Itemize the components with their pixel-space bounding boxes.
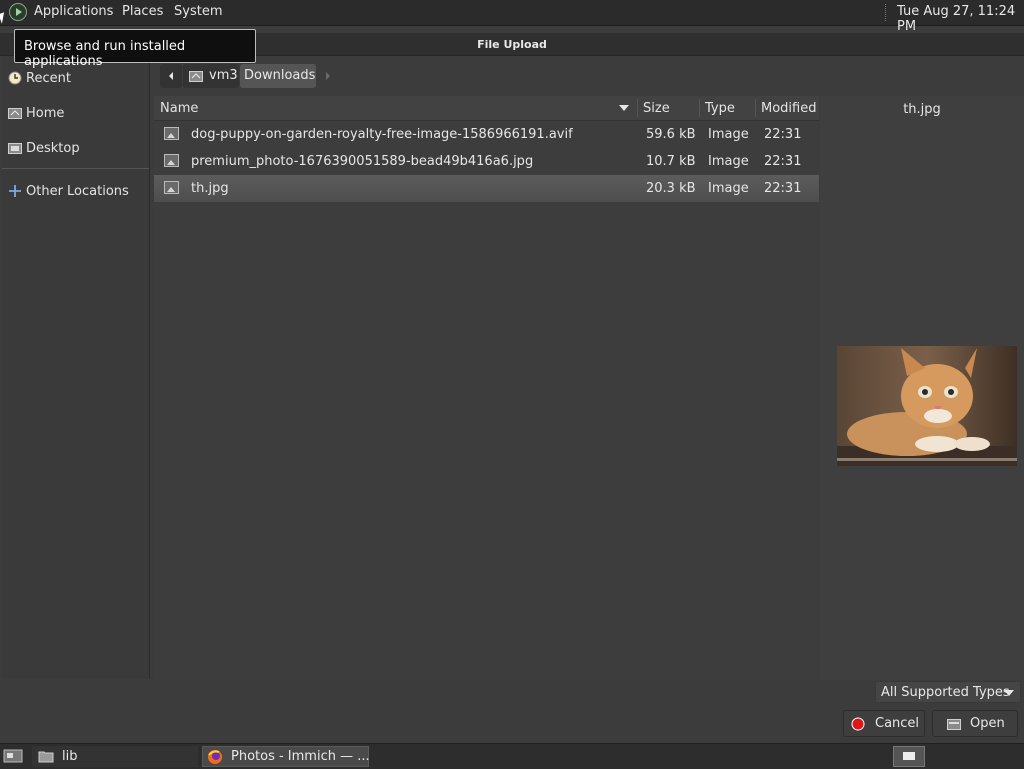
sort-descending-icon bbox=[619, 105, 629, 111]
tooltip: Browse and run installed applications bbox=[14, 29, 256, 69]
column-header-size[interactable]: Size bbox=[643, 101, 670, 116]
applications-menu-icon[interactable] bbox=[9, 3, 27, 21]
path-segment-label: Downloads bbox=[244, 68, 316, 83]
taskbar-item-label: Photos - Immich — ... bbox=[231, 749, 370, 764]
filter-selected-value: All Supported Types bbox=[881, 685, 1010, 700]
file-row-selected[interactable]: th.jpg 20.3 kB Image 22:31 bbox=[154, 175, 819, 202]
top-panel: Applications Places System Tue Aug 27, 1… bbox=[0, 0, 1024, 34]
sidebar-item-label: Desktop bbox=[26, 141, 80, 156]
preview-pane: th.jpg bbox=[820, 96, 1024, 680]
path-segment-label: vm3 bbox=[209, 68, 238, 83]
taskbar-item-firefox[interactable]: Photos - Immich — ... bbox=[202, 746, 370, 767]
path-bar: vm3 Downloads bbox=[154, 57, 1024, 95]
workspace-switcher[interactable] bbox=[893, 746, 925, 767]
taskbar-item-lib[interactable]: lib bbox=[32, 746, 198, 767]
cancel-label: Cancel bbox=[875, 716, 920, 731]
places-menu[interactable]: Places bbox=[122, 4, 163, 19]
taskbar-item-label: lib bbox=[62, 749, 78, 764]
file-size: 20.3 kB bbox=[646, 181, 696, 196]
column-header-name[interactable]: Name bbox=[160, 101, 198, 116]
taskbar: lib Photos - Immich — ... bbox=[0, 743, 1024, 769]
applications-menu[interactable]: Applications bbox=[34, 4, 113, 19]
desktop-folder-icon bbox=[8, 143, 22, 154]
chevron-right-icon bbox=[326, 72, 330, 80]
sidebar-divider bbox=[2, 168, 149, 169]
open-button[interactable]: Open bbox=[932, 710, 1018, 737]
file-row[interactable]: premium_photo-1676390051589-bead49b416a6… bbox=[154, 148, 819, 175]
plus-icon bbox=[9, 185, 21, 197]
column-divider bbox=[755, 99, 756, 117]
sidebar-item-label: Recent bbox=[26, 71, 71, 86]
open-folder-icon bbox=[947, 719, 961, 730]
file-size: 59.6 kB bbox=[646, 127, 696, 142]
folder-icon bbox=[38, 751, 54, 763]
file-modified: 22:31 bbox=[764, 181, 802, 196]
cancel-button[interactable]: Cancel bbox=[843, 710, 925, 737]
path-forward-button[interactable] bbox=[318, 64, 338, 88]
home-folder-icon bbox=[8, 108, 22, 119]
show-desktop-icon[interactable] bbox=[3, 748, 23, 764]
firefox-icon bbox=[208, 750, 222, 764]
file-list-header: Name Size Type Modified bbox=[154, 96, 819, 121]
column-divider bbox=[637, 99, 638, 117]
file-name: th.jpg bbox=[191, 181, 229, 196]
file-modified: 22:31 bbox=[764, 154, 802, 169]
kitten-preview-image bbox=[837, 346, 1017, 466]
sidebar-item-desktop[interactable]: Desktop bbox=[2, 134, 149, 164]
file-type-filter-dropdown[interactable]: All Supported Types bbox=[875, 681, 1021, 703]
column-header-modified[interactable]: Modified bbox=[761, 101, 816, 116]
workspace-icon bbox=[903, 752, 915, 760]
preview-filename: th.jpg bbox=[903, 102, 941, 117]
tooltip-text: Browse and run installed applications bbox=[24, 39, 186, 69]
system-menu[interactable]: System bbox=[174, 4, 222, 19]
file-list: Name Size Type Modified dog-puppy-on-gar… bbox=[154, 96, 819, 680]
clock-icon bbox=[8, 71, 22, 85]
image-file-icon bbox=[164, 154, 179, 167]
column-header-type[interactable]: Type bbox=[705, 101, 735, 116]
open-label: Open bbox=[970, 716, 1005, 731]
file-type: Image bbox=[708, 181, 749, 196]
file-type: Image bbox=[708, 154, 749, 169]
file-name: premium_photo-1676390051589-bead49b416a6… bbox=[191, 154, 534, 169]
clock[interactable]: Tue Aug 27, 11:24 PM bbox=[897, 4, 1024, 34]
file-size: 10.7 kB bbox=[646, 154, 696, 169]
sidebar-item-label: Home bbox=[26, 106, 65, 121]
sidebar-item-label: Other Locations bbox=[26, 184, 129, 199]
sidebar-item-home[interactable]: Home bbox=[2, 99, 149, 129]
sidebar-item-other-locations[interactable]: Other Locations bbox=[2, 177, 149, 207]
file-row[interactable]: dog-puppy-on-garden-royalty-free-image-1… bbox=[154, 121, 819, 148]
image-file-icon bbox=[164, 127, 179, 140]
home-folder-icon bbox=[189, 71, 203, 82]
file-modified: 22:31 bbox=[764, 127, 802, 142]
file-name: dog-puppy-on-garden-royalty-free-image-1… bbox=[191, 127, 573, 142]
chevron-down-icon bbox=[1004, 690, 1014, 696]
image-file-icon bbox=[164, 181, 179, 194]
file-type: Image bbox=[708, 127, 749, 142]
clock-separator bbox=[885, 4, 887, 21]
places-sidebar: Recent Home Desktop Other Locations bbox=[2, 56, 150, 679]
column-divider bbox=[699, 99, 700, 117]
cancel-icon bbox=[851, 717, 865, 731]
